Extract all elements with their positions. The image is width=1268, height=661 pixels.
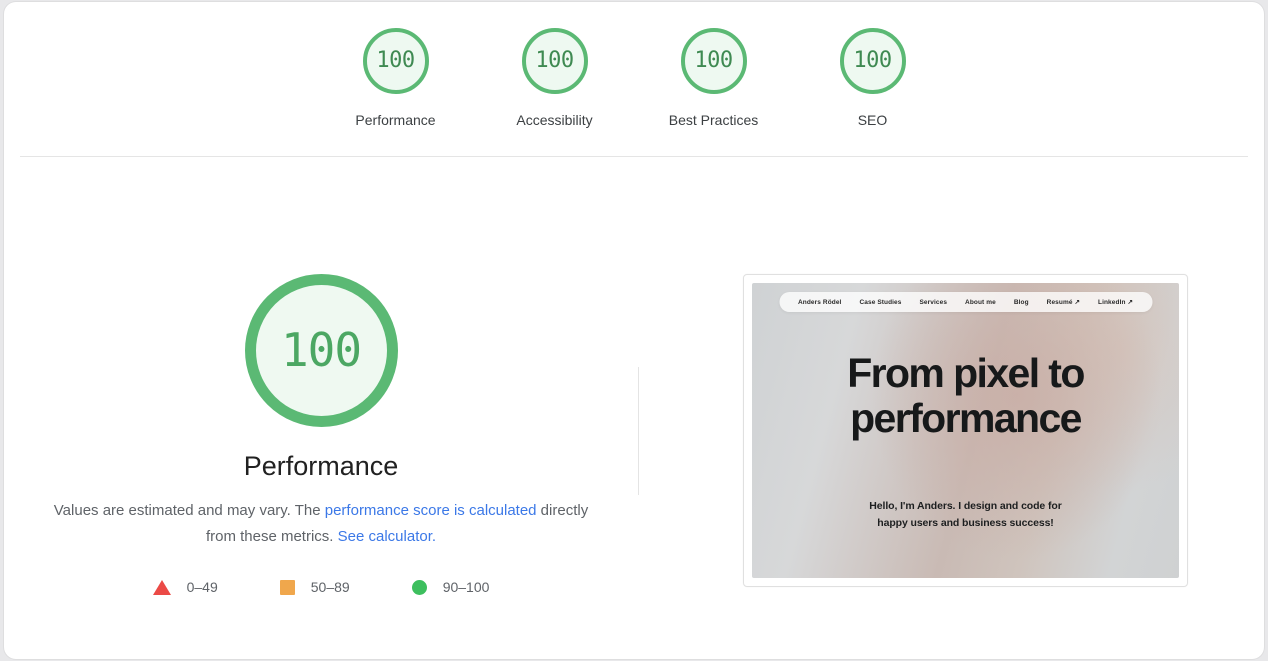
square-average-icon — [279, 579, 295, 595]
nav-item-blog: Blog — [1013, 298, 1029, 306]
score-value: 100 — [535, 47, 574, 73]
hero-title-line-2: performance — [850, 395, 1082, 441]
legend-item-fail: 0–49 — [152, 578, 218, 596]
lighthouse-report-card: 100 Performance 100 Accessibility 100 Be… — [4, 2, 1264, 659]
performance-score-value: 100 — [280, 322, 362, 377]
score-gauge-best-practices[interactable]: 100 — [679, 26, 749, 96]
performance-score-calculated-link[interactable]: performance score is calculated — [325, 502, 537, 519]
nav-item-case-studies: Case Studies — [859, 298, 902, 306]
nav-item-linkedin: LinkedIn ↗ — [1098, 299, 1133, 306]
score-item-performance[interactable]: 100 Performance — [316, 26, 475, 129]
circle-pass-icon — [411, 579, 427, 595]
score-value: 100 — [376, 47, 415, 73]
see-calculator-link[interactable]: See calculator. — [338, 528, 436, 545]
score-gauges-row: 100 Performance 100 Accessibility 100 Be… — [4, 26, 1264, 129]
legend-label-pass: 90–100 — [442, 579, 490, 595]
score-label-performance: Performance — [355, 112, 436, 128]
triangle-fail-icon — [152, 579, 171, 595]
score-gauge-accessibility[interactable]: 100 — [520, 26, 590, 96]
nav-item-resume: Resumé ↗ — [1046, 299, 1081, 306]
score-label-seo: SEO — [857, 112, 888, 128]
legend-item-average: 50–89 — [279, 578, 350, 596]
score-label-accessibility: Accessibility — [516, 112, 593, 128]
score-label-best-practices: Best Practices — [668, 112, 759, 128]
score-value: 100 — [853, 47, 892, 73]
score-item-best-practices[interactable]: 100 Best Practices — [634, 26, 793, 129]
legend-label-fail: 0–49 — [186, 579, 218, 595]
header-divider — [20, 156, 1248, 157]
performance-gauge-large: 100 — [244, 274, 398, 427]
score-gauge-seo[interactable]: 100 — [838, 26, 908, 96]
description-text-leading: Values are estimated and may vary. The — [53, 502, 325, 519]
performance-summary-column: 100 Performance Values are estimated and… — [16, 274, 626, 596]
nav-item-about-me: About me — [965, 298, 996, 306]
score-item-accessibility[interactable]: 100 Accessibility — [475, 26, 634, 129]
nav-item-services: Services — [919, 298, 948, 306]
hero-sub-line-1: Hello, I'm Anders. I design and code for — [869, 500, 1062, 512]
screenshot-hero-title: From pixel to performance — [752, 351, 1179, 441]
hero-sub-line-2: happy users and business success! — [877, 517, 1054, 529]
page-title: Performance — [243, 451, 399, 481]
screenshot-hero-subtitle: Hello, I'm Anders. I design and code for… — [752, 498, 1179, 532]
hero-title-line-1: From pixel to — [847, 350, 1085, 396]
score-value: 100 — [694, 47, 733, 73]
score-legend: 0–49 50–89 90–100 — [152, 578, 490, 596]
performance-description: Values are estimated and may vary. The p… — [41, 498, 601, 550]
score-item-seo[interactable]: 100 SEO — [793, 26, 952, 129]
category-body: 100 Performance Values are estimated and… — [4, 158, 1264, 659]
screenshot-site-nav: Anders Rödel Case Studies Services About… — [779, 292, 1152, 312]
nav-item-brand: Anders Rödel — [798, 298, 842, 306]
legend-label-average: 50–89 — [310, 579, 350, 595]
screenshot-image: Anders Rödel Case Studies Services About… — [752, 283, 1179, 578]
score-gauge-performance[interactable]: 100 — [361, 26, 431, 96]
legend-item-pass: 90–100 — [411, 578, 490, 596]
scores-strip: 100 Performance 100 Accessibility 100 Be… — [4, 2, 1264, 156]
column-divider — [638, 367, 639, 495]
final-screenshot-thumbnail[interactable]: Anders Rödel Case Studies Services About… — [743, 274, 1188, 587]
